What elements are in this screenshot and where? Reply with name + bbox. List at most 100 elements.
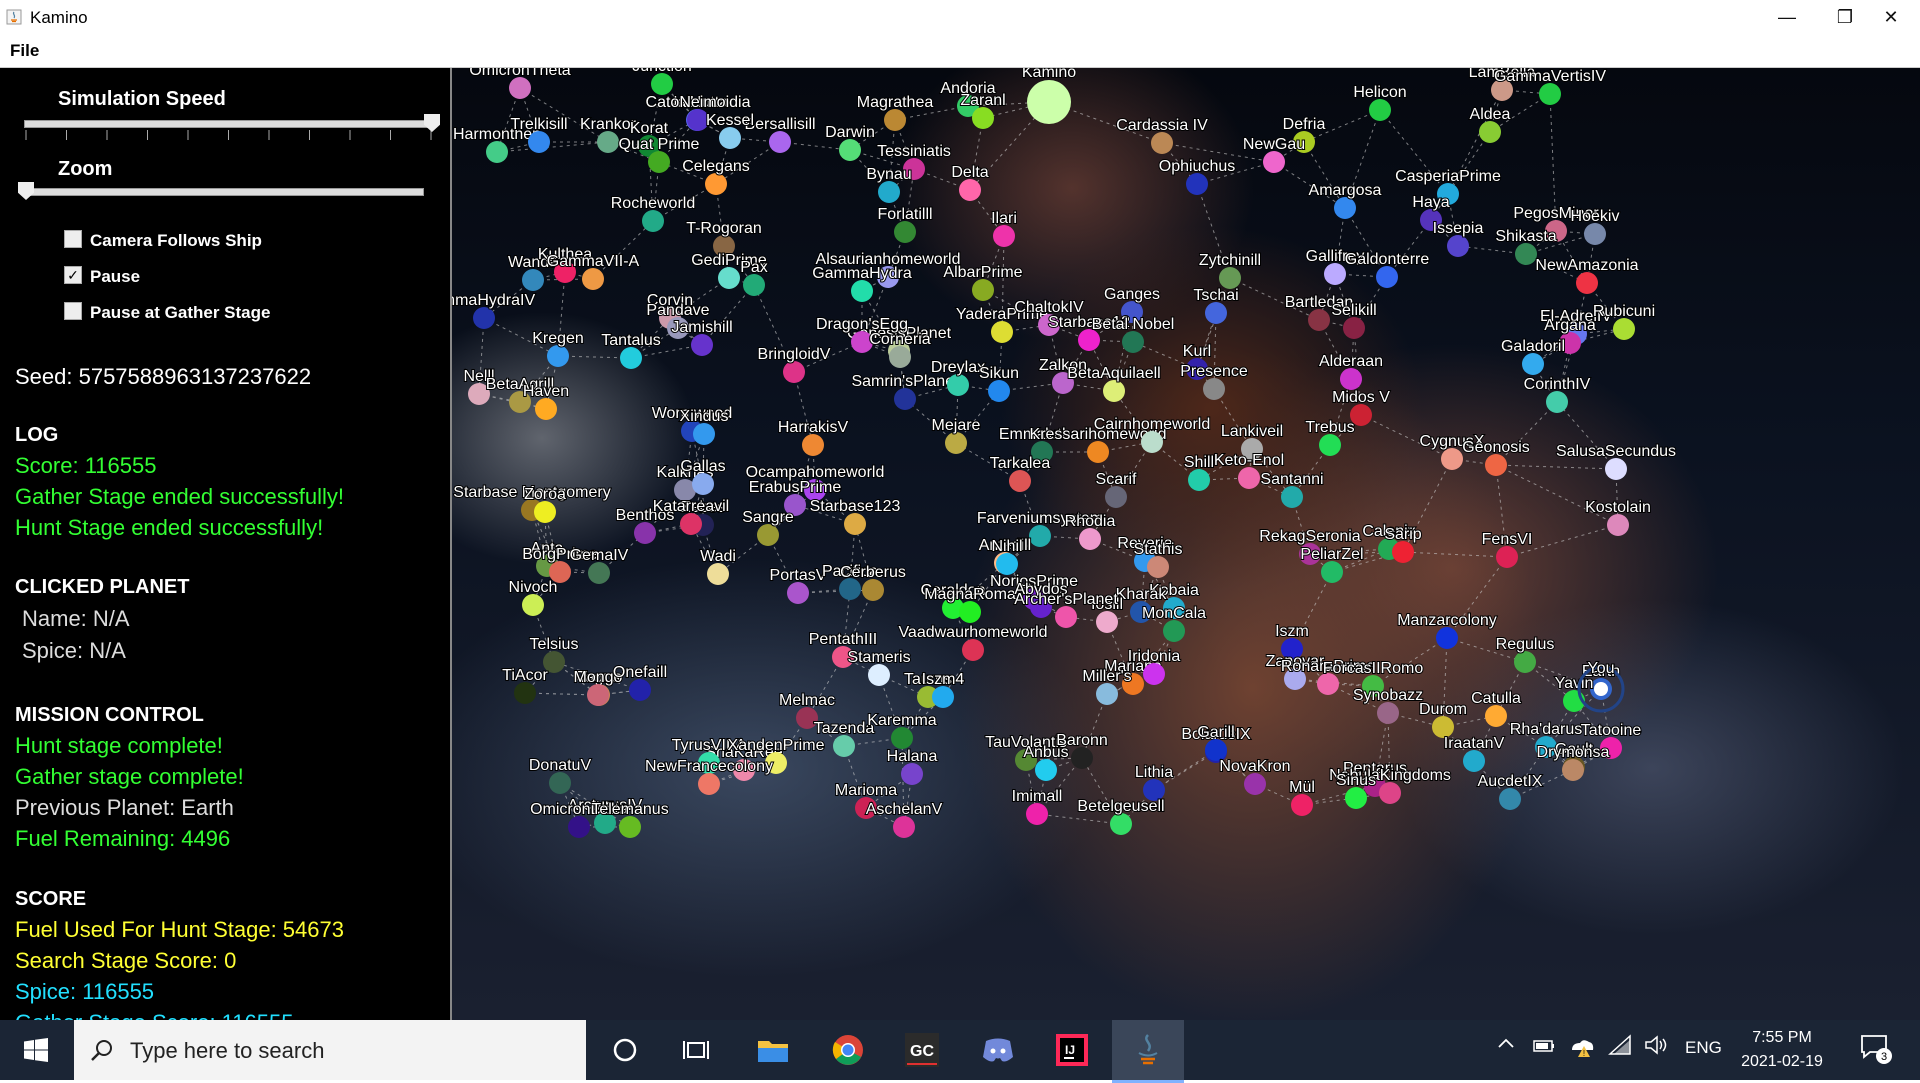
planet[interactable]: Samrin'sPlanet	[850, 372, 960, 410]
planet-dot[interactable]	[680, 513, 702, 535]
planet[interactable]: FensVI	[1481, 530, 1533, 568]
planet-dot[interactable]	[1515, 243, 1537, 265]
planet-dot[interactable]	[547, 345, 569, 367]
planet-dot[interactable]	[893, 816, 915, 838]
planet-dot[interactable]	[1188, 469, 1210, 491]
planet-dot[interactable]	[597, 131, 619, 153]
start-button[interactable]	[0, 1020, 72, 1080]
planet[interactable]: Zytchinill	[1198, 251, 1262, 289]
planet-dot[interactable]	[1514, 651, 1536, 673]
planet-dot[interactable]	[514, 682, 536, 704]
planet-dot[interactable]	[1087, 441, 1109, 463]
planet-dot[interactable]	[1343, 317, 1365, 339]
planet[interactable]: Drymonsa	[1536, 743, 1611, 781]
minimize-button[interactable]: —	[1758, 0, 1816, 35]
planet[interactable]: Ilari	[990, 209, 1018, 247]
planet-dot[interactable]	[862, 579, 884, 601]
planet[interactable]: Stameris	[846, 648, 912, 686]
planet-dot[interactable]	[1441, 448, 1463, 470]
planet[interactable]: CorinthIV	[1523, 375, 1592, 413]
chrome-icon[interactable]	[828, 1030, 868, 1070]
planet[interactable]: Geonosis	[1461, 438, 1531, 476]
planet-dot[interactable]	[802, 434, 824, 456]
planet-dot[interactable]	[991, 321, 1013, 343]
planet-dot[interactable]	[718, 267, 740, 289]
planet-dot[interactable]	[901, 763, 923, 785]
planet-dot[interactable]	[945, 432, 967, 454]
planet-dot[interactable]	[1576, 272, 1598, 294]
planet-dot[interactable]	[1238, 467, 1260, 489]
planet[interactable]: AucdetIX	[1477, 772, 1544, 810]
planet-dot[interactable]	[932, 686, 954, 708]
planet-dot[interactable]	[962, 639, 984, 661]
planet-dot[interactable]	[634, 522, 656, 544]
battery-icon[interactable]	[1532, 1036, 1558, 1061]
planet[interactable]: Tschai	[1192, 286, 1240, 324]
planet[interactable]: Issepia	[1432, 219, 1484, 257]
planet[interactable]: PortasV	[769, 566, 828, 604]
planet[interactable]: Tarkalea	[989, 454, 1051, 492]
planet[interactable]: OmicronTheta	[468, 68, 572, 99]
planet-dot[interactable]	[844, 513, 866, 535]
planet[interactable]: Celegans	[681, 157, 751, 195]
planet[interactable]: NovaKron	[1218, 757, 1292, 795]
planet[interactable]: IraatanV	[1443, 734, 1506, 772]
zoom-thumb[interactable]	[18, 182, 34, 200]
planet-dot[interactable]	[1009, 470, 1031, 492]
planet-dot[interactable]	[1308, 309, 1330, 331]
planet[interactable]: Forlatilll	[876, 205, 934, 243]
timeline-icon[interactable]	[676, 1030, 716, 1070]
planet-dot[interactable]	[972, 107, 994, 129]
planet-dot[interactable]	[1281, 486, 1303, 508]
planet-dot[interactable]	[1334, 197, 1356, 219]
planet-dot[interactable]	[587, 684, 609, 706]
planet-dot[interactable]	[743, 274, 765, 296]
planet[interactable]: Synobazz	[1352, 686, 1424, 724]
planet-dot[interactable]	[1546, 391, 1568, 413]
planet[interactable]: Presence	[1179, 362, 1249, 400]
planet-dot[interactable]	[486, 141, 508, 163]
planet-dot[interactable]	[1244, 773, 1266, 795]
planet-dot[interactable]	[959, 601, 981, 623]
planet-dot[interactable]	[1369, 99, 1391, 121]
planet[interactable]: Pax	[739, 258, 769, 296]
planet[interactable]: Santanni	[1259, 470, 1325, 508]
planet-dot[interactable]	[1143, 663, 1165, 685]
planet-dot[interactable]	[1110, 813, 1132, 835]
planet-dot[interactable]	[1055, 606, 1077, 628]
notifications-icon[interactable]: 3	[1858, 1030, 1894, 1071]
planet-dot[interactable]	[1151, 132, 1173, 154]
planet[interactable]: Trebus	[1304, 418, 1356, 456]
planet[interactable]: Rhodia	[1064, 512, 1116, 550]
planet-dot[interactable]	[783, 361, 805, 383]
planet-dot[interactable]	[1463, 750, 1485, 772]
planet-dot[interactable]	[1105, 486, 1127, 508]
planet[interactable]: Lithia	[1134, 763, 1174, 801]
planet-dot[interactable]	[996, 553, 1018, 575]
language-indicator[interactable]: ENG	[1685, 1038, 1722, 1058]
planet-dot[interactable]	[868, 664, 890, 686]
planet[interactable]: Selikill	[1330, 301, 1378, 339]
planet-dot[interactable]	[894, 221, 916, 243]
planet-dot[interactable]	[1324, 263, 1346, 285]
planet[interactable]: Bersallisill	[743, 115, 817, 153]
wifi-icon[interactable]	[1608, 1034, 1632, 1061]
planet-dot[interactable]	[839, 578, 861, 600]
planet[interactable]: Durom	[1418, 700, 1468, 738]
planet-dot[interactable]	[509, 77, 531, 99]
camera-follows-ship-checkbox[interactable]	[64, 230, 82, 248]
chevron-up-icon[interactable]	[1496, 1034, 1516, 1059]
planet-dot[interactable]	[1205, 302, 1227, 324]
planet-dot[interactable]	[1447, 235, 1469, 257]
planet-dot[interactable]	[787, 582, 809, 604]
planet-dot[interactable]	[1376, 266, 1398, 288]
planet[interactable]: Aldea	[1469, 105, 1512, 143]
planet-dot[interactable]	[1321, 561, 1343, 583]
planet-dot[interactable]	[1096, 611, 1118, 633]
planet[interactable]: Starbase123	[809, 497, 901, 535]
planet-dot[interactable]	[1522, 353, 1544, 375]
planet-dot[interactable]	[549, 772, 571, 794]
planet-dot[interactable]	[1562, 759, 1584, 781]
planet[interactable]: Delta	[950, 163, 990, 201]
planet-dot[interactable]	[1263, 151, 1285, 173]
